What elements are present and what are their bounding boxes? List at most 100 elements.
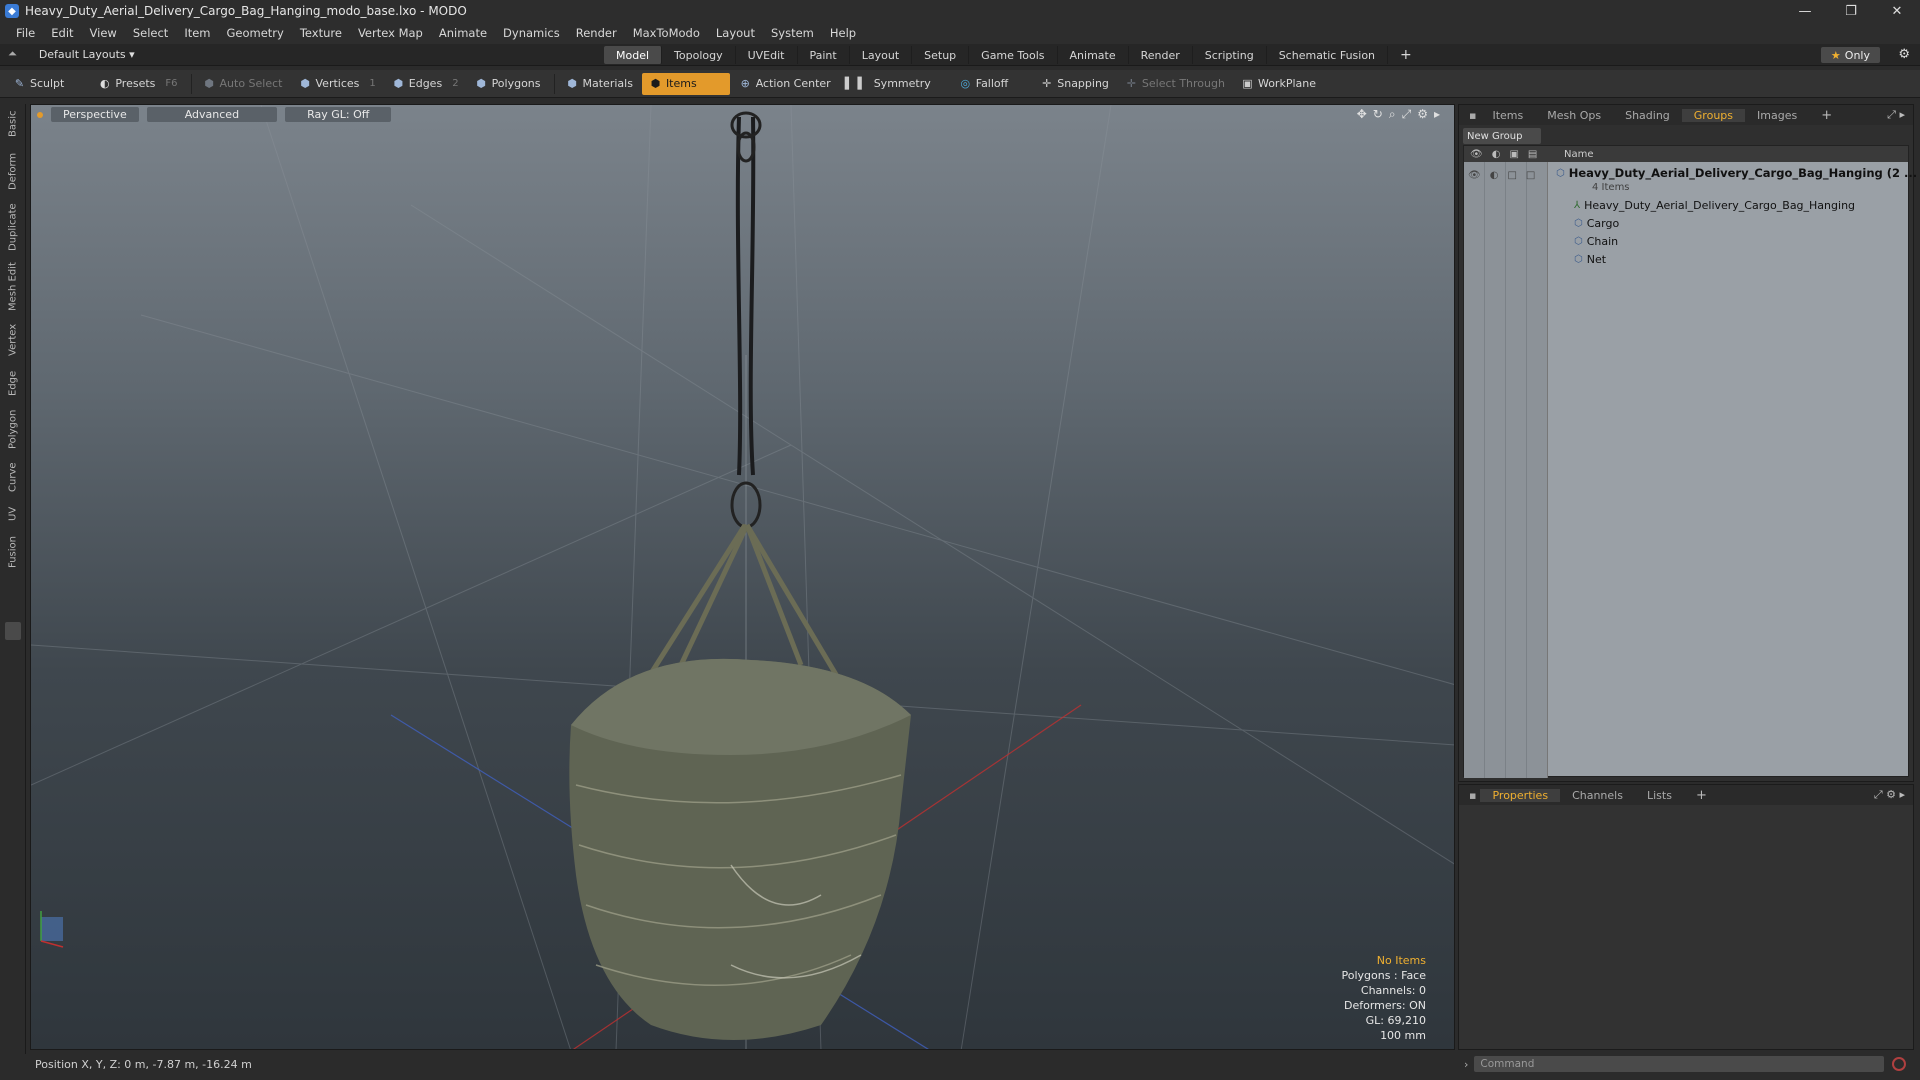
visibility-column-icon[interactable]: 👁: [1470, 149, 1483, 160]
snapping-button[interactable]: ✛ Snapping: [1033, 73, 1116, 95]
tab-model[interactable]: Model: [604, 46, 663, 64]
tab-game-tools[interactable]: Game Tools: [969, 46, 1058, 64]
panel-options-icon[interactable]: ⤢ ⚙ ▸: [1862, 788, 1913, 802]
materials-button[interactable]: ⬢ Materials: [559, 73, 640, 95]
tab-properties[interactable]: Properties: [1480, 788, 1561, 802]
menu-animate[interactable]: Animate: [431, 26, 495, 40]
render-column-icon[interactable]: ◐: [1492, 149, 1501, 160]
tab-images[interactable]: Images: [1745, 109, 1809, 122]
menu-help[interactable]: Help: [822, 26, 864, 40]
edges-button[interactable]: ⬢ Edges 2: [385, 73, 466, 95]
menu-geometry[interactable]: Geometry: [219, 26, 292, 40]
viewport-settings-icon[interactable]: ⚙: [1417, 107, 1428, 122]
shading-mode-button[interactable]: Advanced: [146, 107, 278, 122]
lock-column-icon[interactable]: ▣: [1509, 149, 1518, 160]
action-center-button[interactable]: ⊕ Action Center: [732, 73, 838, 95]
render-toggle-icon[interactable]: ◐: [1490, 170, 1499, 181]
gear-icon[interactable]: ⚙: [1898, 47, 1910, 62]
menu-view[interactable]: View: [82, 26, 125, 40]
tab-uvedit[interactable]: UVEdit: [736, 46, 798, 64]
menu-select[interactable]: Select: [125, 26, 176, 40]
tab-items[interactable]: Items: [1480, 109, 1535, 122]
command-input[interactable]: Command: [1474, 1056, 1885, 1072]
select-column-icon[interactable]: ▤: [1528, 149, 1537, 160]
vtab-polygon[interactable]: Polygon: [4, 406, 22, 452]
auto-select-button[interactable]: ⬢ Auto Select: [196, 73, 290, 95]
menu-item[interactable]: Item: [176, 26, 218, 40]
add-panel-tab-icon[interactable]: +: [1684, 788, 1719, 803]
group-child-row[interactable]: ⬡ Cargo: [1574, 214, 1619, 232]
group-child-row[interactable]: ⅄ Heavy_Duty_Aerial_Delivery_Cargo_Bag_H…: [1574, 196, 1855, 214]
only-button[interactable]: ★ Only: [1820, 47, 1880, 63]
viewport-menu-icon[interactable]: [37, 111, 43, 118]
tab-paint[interactable]: Paint: [798, 46, 850, 64]
vtab-duplicate[interactable]: Duplicate: [4, 200, 22, 254]
menu-texture[interactable]: Texture: [292, 26, 350, 40]
vtab-fusion[interactable]: Fusion: [4, 532, 22, 572]
add-panel-tab-icon[interactable]: +: [1809, 108, 1844, 123]
items-button[interactable]: ⬢ Items: [641, 72, 730, 95]
falloff-button[interactable]: ◎ Falloff: [952, 73, 1031, 95]
raygl-button[interactable]: Ray GL: Off: [285, 107, 392, 122]
select-through-button[interactable]: ✛ Select Through: [1118, 73, 1232, 95]
vtab-edge[interactable]: Edge: [4, 366, 22, 400]
tab-animate[interactable]: Animate: [1058, 46, 1129, 64]
tab-schematic-fusion[interactable]: Schematic Fusion: [1267, 46, 1389, 64]
fit-icon[interactable]: ⤢: [1402, 107, 1412, 122]
close-button[interactable]: ✕: [1874, 0, 1920, 22]
vtab-basic[interactable]: Basic: [4, 106, 22, 142]
vertices-button[interactable]: ⬢ Vertices 1: [292, 73, 383, 95]
rotate-icon[interactable]: ↻: [1373, 107, 1383, 122]
menu-layout[interactable]: Layout: [708, 26, 763, 40]
palette-toggle-button[interactable]: [5, 622, 21, 640]
view-type-button[interactable]: Perspective: [51, 107, 139, 122]
tab-lists[interactable]: Lists: [1635, 789, 1684, 802]
menu-maxtomodo[interactable]: MaxToModo: [625, 26, 708, 40]
tab-layout[interactable]: Layout: [850, 46, 913, 64]
vtab-mesh-edit[interactable]: Mesh Edit: [4, 260, 22, 314]
group-row-toggles[interactable]: 👁 ◐ □ □: [1468, 170, 1535, 181]
polygons-button[interactable]: ⬢ Polygons: [468, 73, 548, 95]
menu-system[interactable]: System: [763, 26, 822, 40]
presets-button[interactable]: ◐ Presets F6: [91, 73, 184, 95]
tab-shading[interactable]: Shading: [1613, 109, 1682, 122]
menu-dynamics[interactable]: Dynamics: [495, 26, 568, 40]
symmetry-button[interactable]: ▌▐ Symmetry: [840, 73, 950, 95]
expand-arrow-icon[interactable]: ▸: [1434, 107, 1440, 122]
menu-edit[interactable]: Edit: [43, 26, 81, 40]
vtab-deform[interactable]: Deform: [4, 148, 22, 194]
name-column-header[interactable]: Name: [1550, 149, 1594, 160]
layouts-label[interactable]: Default Layouts ▾: [39, 48, 135, 61]
tab-groups[interactable]: Groups: [1681, 108, 1746, 122]
lock-toggle-icon[interactable]: □: [1507, 170, 1516, 181]
group-child-row[interactable]: ⬡ Chain: [1574, 232, 1618, 250]
new-group-button[interactable]: New Group: [1463, 128, 1541, 144]
stop-icon[interactable]: [1892, 1057, 1907, 1071]
tab-render[interactable]: Render: [1129, 46, 1193, 64]
minimize-button[interactable]: —: [1782, 0, 1828, 22]
menu-vertex-map[interactable]: Vertex Map: [350, 26, 431, 40]
vtab-curve[interactable]: Curve: [4, 458, 22, 496]
add-tab-icon[interactable]: +: [1388, 46, 1424, 64]
panel-menu-icon[interactable]: ▪: [1465, 789, 1480, 802]
group-child-row[interactable]: ⬡ Net: [1574, 250, 1606, 268]
command-history-icon[interactable]: ›: [1464, 1058, 1468, 1071]
pan-icon[interactable]: ✥: [1357, 107, 1367, 122]
select-toggle-icon[interactable]: □: [1526, 170, 1535, 181]
panel-menu-icon[interactable]: ▪: [1465, 109, 1480, 122]
restore-button[interactable]: ❐: [1828, 0, 1874, 22]
tab-scripting[interactable]: Scripting: [1193, 46, 1267, 64]
zoom-icon[interactable]: ⌕: [1389, 107, 1396, 122]
tab-setup[interactable]: Setup: [912, 46, 970, 64]
sculpt-button[interactable]: ✎ Sculpt: [6, 73, 71, 95]
3d-viewport[interactable]: Perspective Advanced Ray GL: Off ✥ ↻ ⌕ ⤢…: [30, 104, 1455, 1050]
tab-channels[interactable]: Channels: [1560, 789, 1635, 802]
vtab-vertex[interactable]: Vertex: [4, 320, 22, 360]
group-list[interactable]: 👁 ◐ ▣ ▤ Name 👁 ◐ □ □ ⬡ Heavy_Duty_Aerial…: [1463, 145, 1917, 778]
maximize-panel-icon[interactable]: ⤢ ▸: [1875, 108, 1913, 122]
tab-mesh-ops[interactable]: Mesh Ops: [1535, 109, 1613, 122]
layouts-dropdown[interactable]: ⏶ Default Layouts ▾: [8, 47, 135, 61]
menu-render[interactable]: Render: [568, 26, 625, 40]
layout-collapse-icon[interactable]: ⏶: [8, 47, 17, 61]
eye-icon[interactable]: 👁: [1468, 170, 1481, 181]
